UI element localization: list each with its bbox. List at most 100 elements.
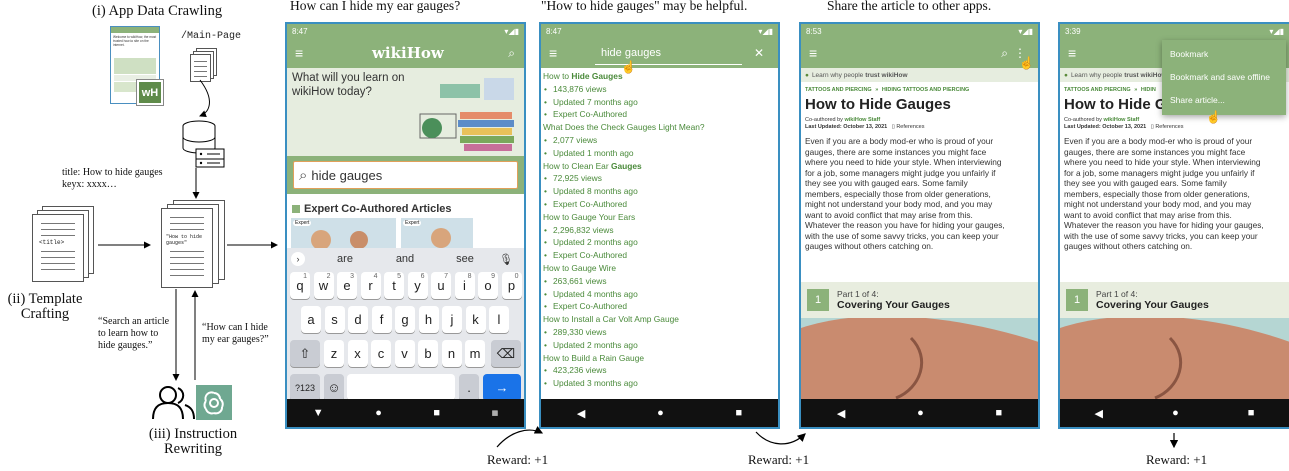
- result-title[interactable]: How to Gauge Wire: [543, 262, 776, 275]
- key-g[interactable]: g: [395, 306, 415, 333]
- search-band: ⌕ hide gauges: [287, 156, 524, 194]
- key-i[interactable]: i8: [454, 272, 475, 299]
- menu-item-share-article[interactable]: Share article...: [1162, 89, 1286, 111]
- menu-item-bookmark-offline[interactable]: Bookmark and save offline: [1162, 66, 1286, 89]
- key-w[interactable]: w2: [313, 272, 334, 299]
- body-line: they see you with gauged ears. Some fami…: [1064, 178, 1227, 188]
- key-c[interactable]: c: [371, 340, 391, 367]
- mic-icon[interactable]: 🎙: [499, 253, 513, 266]
- key-u[interactable]: u7: [431, 272, 451, 299]
- backspace-key[interactable]: ⌫: [491, 340, 521, 367]
- home-nav-icon[interactable]: ●: [917, 407, 924, 419]
- result-expert: Expert Co-Authored: [543, 108, 776, 121]
- menu-icon[interactable]: ≡: [1068, 45, 1076, 61]
- result-title[interactable]: How to Clean Ear Gauges: [543, 160, 776, 173]
- body-line: might not understand your body mod, and …: [1064, 199, 1252, 209]
- home-nav-icon[interactable]: ●: [657, 407, 664, 419]
- recents-nav-icon[interactable]: ■: [433, 407, 440, 419]
- menu-icon[interactable]: ≡: [809, 45, 817, 61]
- article-illustration: [801, 318, 1038, 399]
- breadcrumb: TATTOOS AND PIERCING » HIDING TATTOOS AN…: [805, 87, 970, 93]
- result-title[interactable]: How to Gauge Your Ears: [543, 211, 776, 224]
- key-e[interactable]: e3: [337, 272, 357, 299]
- key-p[interactable]: p0: [501, 272, 522, 299]
- emoji-key[interactable]: ☺: [324, 374, 344, 401]
- body-line: for a job, some managers might judge you…: [1064, 167, 1255, 178]
- search-instruction-quote: “Search an article to learn how to hide …: [98, 316, 170, 351]
- article-card-1[interactable]: Expert: [291, 218, 396, 250]
- search-icon[interactable]: ⌕: [508, 46, 515, 61]
- recents-nav-icon[interactable]: ■: [995, 407, 1002, 419]
- back-nav-icon[interactable]: ◀: [837, 407, 845, 420]
- body-line: gauges, there are some instances you mig…: [805, 146, 987, 157]
- status-bar: 8:47 ▾◢▮: [287, 24, 524, 38]
- back-nav-icon[interactable]: ◀: [577, 407, 585, 420]
- key-v[interactable]: v: [394, 340, 415, 367]
- key-k[interactable]: k: [465, 306, 486, 333]
- body-line: they see you with gauged ears. Some fami…: [805, 178, 968, 188]
- chevron-right-icon[interactable]: ›: [291, 252, 305, 266]
- body-line: might not understand your body mod, and …: [805, 199, 993, 209]
- status-bar: 8:47 ▾◢▮: [541, 24, 778, 38]
- home-nav-icon[interactable]: ●: [1172, 407, 1179, 419]
- search-icon[interactable]: ⌕: [1001, 46, 1008, 61]
- key-n[interactable]: n: [441, 340, 462, 367]
- body-line: for a job, some managers might judge you…: [805, 167, 996, 178]
- nav-bar: ▼ ● ■ ▦: [287, 399, 524, 427]
- result-title[interactable]: How to Hide Gauges: [543, 70, 776, 83]
- body-line: members, especially those from older gen…: [1064, 188, 1250, 199]
- nav-bar: ◀ ● ■: [801, 399, 1038, 427]
- result-views: 263,661 views: [543, 275, 776, 288]
- key-b[interactable]: b: [418, 340, 438, 367]
- filled-doc-front: "How to hide gauges": [161, 208, 213, 288]
- article-title: How to Hide Gauges: [805, 96, 951, 113]
- close-icon[interactable]: ✕: [754, 46, 764, 60]
- home-nav-icon[interactable]: ●: [375, 407, 382, 419]
- menu-item-bookmark[interactable]: Bookmark: [1162, 44, 1286, 66]
- key-h[interactable]: h: [418, 306, 439, 333]
- recents-nav-icon[interactable]: ■: [1248, 407, 1255, 419]
- result-title[interactable]: How to Build a Rain Gauge: [543, 352, 776, 365]
- trust-banner[interactable]: ● Learn why people trust wikiHow: [801, 68, 1038, 82]
- recents-nav-icon[interactable]: ■: [735, 407, 742, 419]
- search-input[interactable]: ⌕ hide gauges: [293, 161, 518, 189]
- result-title[interactable]: What Does the Check Gauges Light Mean?: [543, 121, 776, 134]
- key-l[interactable]: l: [489, 306, 509, 333]
- body-line: where you need to hide your style. When …: [805, 157, 1002, 167]
- search-icon: ⌕: [299, 166, 308, 184]
- key-y[interactable]: y6: [407, 272, 428, 299]
- key-x[interactable]: x: [347, 340, 368, 367]
- app-bar: ≡ ⌕ ⋮ ☝: [801, 38, 1038, 70]
- hand-cursor-icon: ☝: [621, 60, 636, 74]
- key-o[interactable]: o9: [478, 272, 498, 299]
- search-query[interactable]: hide gauges: [601, 47, 661, 59]
- article-card-2[interactable]: Expert: [401, 218, 473, 250]
- key-z[interactable]: z: [324, 340, 344, 367]
- key-m[interactable]: m: [465, 340, 485, 367]
- result-title[interactable]: How to Install a Car Volt Amp Gauge: [543, 313, 776, 326]
- menu-icon[interactable]: ≡: [549, 45, 557, 61]
- result-updated: Updated 4 months ago: [543, 288, 776, 301]
- space-key[interactable]: [347, 374, 455, 401]
- key-a[interactable]: a: [301, 306, 321, 333]
- key-r[interactable]: r4: [360, 272, 381, 299]
- key-j[interactable]: j: [442, 306, 462, 333]
- key-s[interactable]: s: [324, 306, 345, 333]
- menu-icon[interactable]: ≡: [295, 45, 303, 61]
- period-key[interactable]: .: [459, 374, 479, 401]
- result-views: 423,236 views: [543, 364, 776, 377]
- back-nav-icon[interactable]: ◀: [1095, 407, 1103, 420]
- symbols-key[interactable]: ?123: [290, 374, 320, 401]
- keyboard-icon[interactable]: ▦: [492, 409, 499, 417]
- key-t[interactable]: t5: [384, 272, 404, 299]
- key-q[interactable]: q1: [290, 272, 310, 299]
- back-nav-icon[interactable]: ▼: [313, 407, 324, 419]
- key-d[interactable]: d: [348, 306, 368, 333]
- key-f[interactable]: f: [371, 306, 392, 333]
- hand-cursor-icon: ☝: [1206, 110, 1221, 124]
- result-views: 2,077 views: [543, 134, 776, 147]
- caption-phone2: "How to hide gauges" may be helpful.: [541, 0, 748, 13]
- shift-key[interactable]: ⇧: [290, 340, 320, 367]
- enter-key[interactable]: →: [483, 374, 521, 401]
- badge-icon: [292, 205, 300, 213]
